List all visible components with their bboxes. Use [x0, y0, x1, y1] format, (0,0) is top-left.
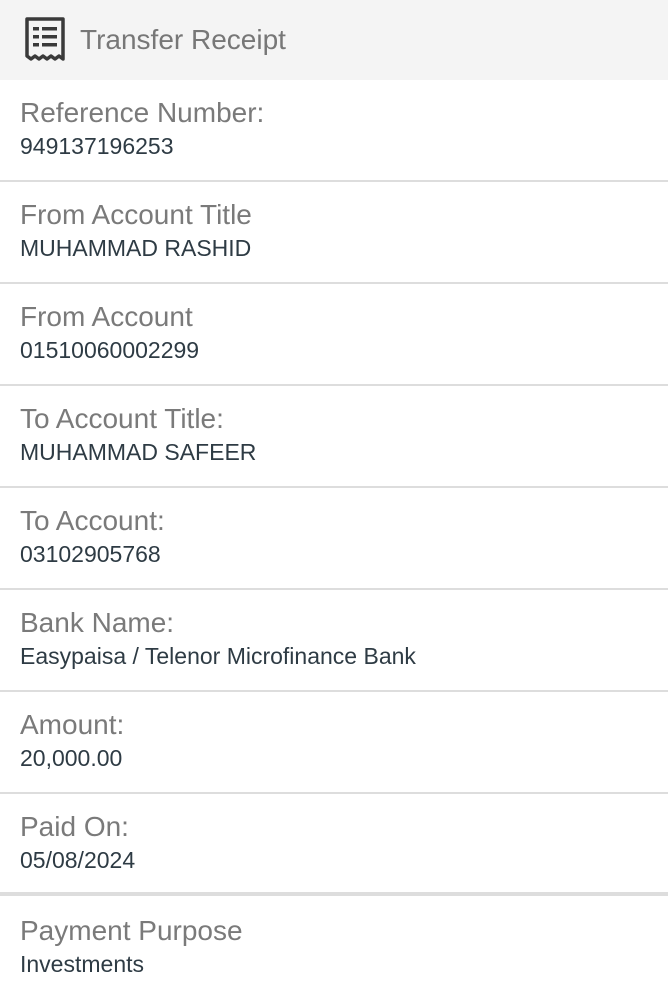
field-value: 01510060002299 [20, 337, 200, 363]
from-account-title-row: From Account Title MUHAMMAD RASHID [0, 182, 668, 284]
field-label: To Account Title: [20, 403, 224, 434]
field-value: 05/08/2024 [20, 847, 136, 873]
from-account-row: From Account 01510060002299 [0, 284, 668, 386]
to-account-title-row: To Account Title: MUHAMMAD SAFEER [0, 386, 668, 488]
receipt-header: Transfer Receipt [0, 0, 668, 80]
field-label: From Account [20, 301, 193, 332]
field-label: From Account Title [20, 199, 252, 230]
receipt-icon [24, 17, 66, 63]
field-value: Easypaisa / Telenor Microfinance Bank [20, 643, 416, 669]
field-label: Amount: [20, 709, 125, 740]
field-value: 03102905768 [20, 541, 161, 567]
field-label: Payment Purpose [20, 915, 243, 946]
field-label: Reference Number: [20, 97, 265, 128]
field-label: Paid On: [20, 811, 129, 842]
reference-number-row: Reference Number: 949137196253 [0, 80, 668, 182]
field-value: Investments [20, 951, 144, 977]
payment-purpose-row: Payment Purpose Investments [0, 896, 668, 998]
field-label: To Account: [20, 505, 165, 536]
field-value: 949137196253 [20, 133, 174, 159]
bank-name-row: Bank Name: Easypaisa / Telenor Microfina… [0, 590, 668, 692]
paid-on-row: Paid On: 05/08/2024 [0, 794, 668, 896]
field-value: MUHAMMAD SAFEER [20, 439, 257, 465]
field-value: MUHAMMAD RASHID [20, 235, 252, 261]
field-label: Bank Name: [20, 607, 175, 638]
to-account-row: To Account: 03102905768 [0, 488, 668, 590]
amount-row: Amount: 20,000.00 [0, 692, 668, 794]
page-title: Transfer Receipt [80, 24, 286, 55]
field-value: 20,000.00 [20, 745, 123, 771]
